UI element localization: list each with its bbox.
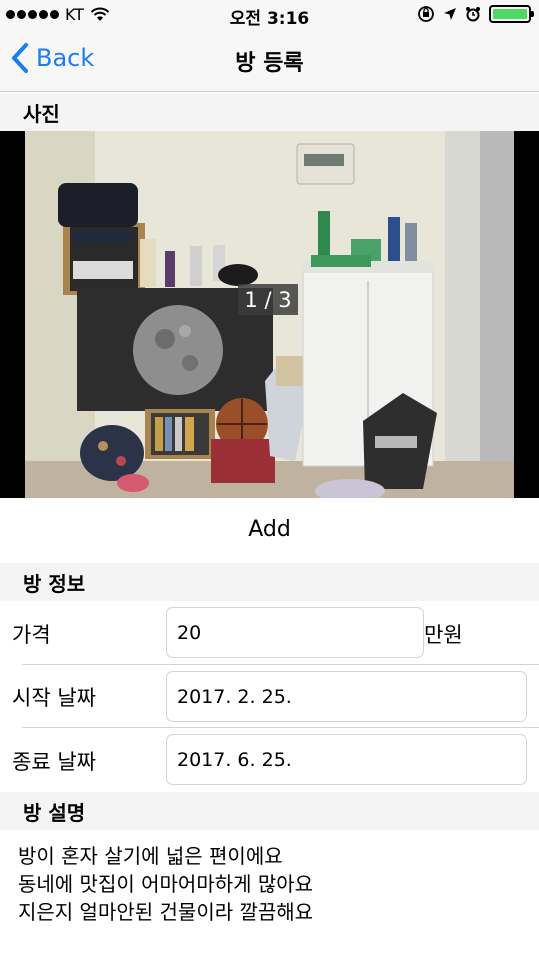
end-date-label: 종료 날짜	[12, 750, 96, 774]
row-divider	[22, 727, 539, 728]
photo-page-counter: 1 / 3	[238, 284, 298, 315]
section-header-room-info: 방 정보	[0, 563, 539, 601]
photo-carousel[interactable]: 1 / 3	[0, 131, 539, 498]
add-photo-button[interactable]: Add	[0, 508, 539, 552]
row-divider	[22, 664, 539, 665]
end-date-field[interactable]: 2017. 6. 25.	[166, 734, 527, 785]
alarm-clock-icon	[466, 7, 480, 22]
end-date-value: 2017. 6. 25.	[177, 748, 292, 771]
description-line: 지은지 얼마안된 건물이라 깔끔해요	[18, 900, 314, 924]
description-line: 방이 혼자 살기에 넓은 편이에요	[18, 844, 283, 868]
description-line: 동네에 맛집이 어마어마하게 많아요	[18, 872, 314, 896]
location-arrow-icon	[444, 8, 456, 20]
description-textarea[interactable]: 방이 혼자 살기에 넓은 편이에요 동네에 맛집이 어마어마하게 많아요 지은지…	[18, 842, 313, 926]
start-date-field[interactable]: 2017. 2. 25.	[166, 671, 527, 722]
start-date-label: 시작 날짜	[12, 686, 96, 710]
page-title: 방 등록	[235, 51, 304, 76]
price-unit: 만원	[424, 623, 463, 647]
price-label: 가격	[12, 623, 51, 647]
status-right	[417, 5, 534, 23]
start-date-value: 2017. 2. 25.	[177, 685, 292, 708]
navigation-bar: Back 방 등록	[0, 30, 539, 92]
orientation-lock-icon	[418, 6, 434, 22]
section-header-room-description: 방 설명	[0, 792, 539, 830]
price-input[interactable]: 20	[166, 607, 424, 658]
status-bar: KT 오전 3:16	[0, 0, 539, 30]
price-input-value: 20	[177, 621, 202, 644]
battery-icon	[489, 5, 534, 23]
section-header-photos: 사진	[0, 93, 539, 131]
